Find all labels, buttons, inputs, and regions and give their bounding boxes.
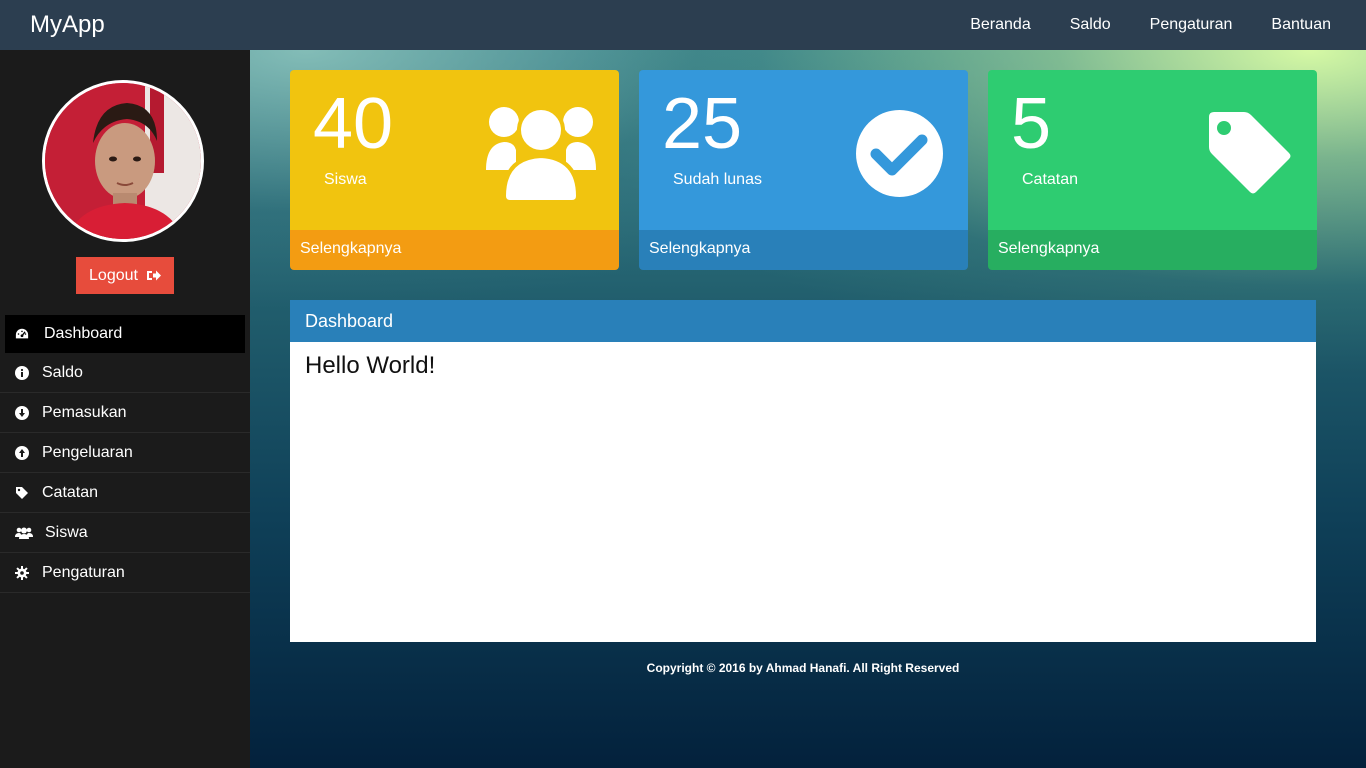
sidebar-item-label: Catatan <box>42 483 99 501</box>
stat-label: Catatan <box>1022 171 1079 188</box>
sidebar-item-catatan[interactable]: Catatan <box>0 473 250 513</box>
stat-card-lunas: 25 Sudah lunas Selengkapnya <box>639 70 968 270</box>
top-navbar: MyApp Beranda Saldo Pengaturan Bantuan <box>0 0 1366 50</box>
panel-title: Dashboard <box>290 300 1316 342</box>
dashboard-gauge-icon <box>15 327 29 341</box>
sidebar-item-dashboard[interactable]: Dashboard <box>5 315 245 353</box>
info-circle-icon <box>15 365 29 380</box>
dashboard-panel: Dashboard Hello World! <box>290 300 1316 642</box>
nav-link-saldo[interactable]: Saldo <box>1051 0 1131 50</box>
sidebar-menu: Dashboard Saldo Pemasukan Pengeluaran Ca… <box>0 313 250 593</box>
main-content: 40 Siswa Selengkapnya 25 Sudah lunas Sel… <box>250 50 1366 768</box>
stat-value: 25 <box>662 84 743 164</box>
users-icon <box>15 526 33 540</box>
nav-link-bantuan[interactable]: Bantuan <box>1252 0 1351 50</box>
avatar <box>42 80 204 242</box>
nav-link-beranda[interactable]: Beranda <box>951 0 1051 50</box>
sidebar-item-pengaturan[interactable]: Pengaturan <box>0 553 250 593</box>
sidebar-item-label: Siswa <box>45 523 88 541</box>
nav-links: Beranda Saldo Pengaturan Bantuan <box>951 0 1351 50</box>
sidebar-item-label: Saldo <box>42 363 83 381</box>
card-footer-link[interactable]: Selengkapnya <box>988 230 1317 270</box>
sidebar-item-label: Pengeluaran <box>42 443 133 461</box>
logout-label: Logout <box>89 266 138 284</box>
stat-label: Siswa <box>324 171 367 188</box>
stat-value: 40 <box>313 84 394 164</box>
gear-icon <box>15 565 29 580</box>
stat-value: 5 <box>1011 84 1052 164</box>
sidebar-item-saldo[interactable]: Saldo <box>0 353 250 393</box>
tag-icon <box>15 486 29 500</box>
card-body: 25 Sudah lunas <box>639 70 968 230</box>
card-footer-link[interactable]: Selengkapnya <box>639 230 968 270</box>
stat-label: Sudah lunas <box>673 171 762 188</box>
stat-card-siswa: 40 Siswa Selengkapnya <box>290 70 619 270</box>
sidebar-item-label: Pemasukan <box>42 403 127 421</box>
arrow-circle-up-icon <box>15 445 29 460</box>
sidebar-item-pengeluaran[interactable]: Pengeluaran <box>0 433 250 473</box>
sidebar-item-siswa[interactable]: Siswa <box>0 513 250 553</box>
card-body: 5 Catatan <box>988 70 1317 230</box>
copyright-footer: Copyright © 2016 by Ahmad Hanafi. All Ri… <box>646 661 960 675</box>
nav-link-pengaturan[interactable]: Pengaturan <box>1131 0 1253 50</box>
arrow-circle-down-icon <box>15 405 29 420</box>
logout-button[interactable]: Logout <box>76 257 174 294</box>
avatar-photo <box>45 83 201 239</box>
sidebar-item-pemasukan[interactable]: Pemasukan <box>0 393 250 433</box>
tag-icon <box>1208 112 1291 194</box>
check-circle-icon <box>856 110 943 197</box>
sidebar: Logout Dashboard Saldo Pemasukan Pengelu… <box>0 50 250 768</box>
sidebar-item-label: Pengaturan <box>42 563 125 581</box>
stat-card-catatan: 5 Catatan Selengkapnya <box>988 70 1317 270</box>
users-icon <box>486 106 596 204</box>
panel-content: Hello World! <box>305 352 436 379</box>
sidebar-item-label: Dashboard <box>44 325 123 342</box>
sign-out-icon <box>146 270 161 281</box>
app-brand[interactable]: MyApp <box>30 11 105 39</box>
card-body: 40 Siswa <box>290 70 619 230</box>
card-footer-link[interactable]: Selengkapnya <box>290 230 619 270</box>
